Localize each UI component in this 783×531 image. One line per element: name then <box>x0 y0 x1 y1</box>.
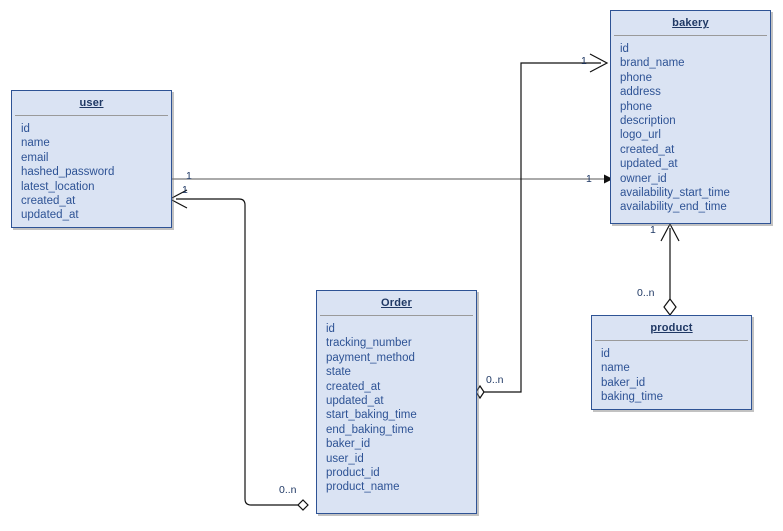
open-arrow-marker <box>660 222 680 242</box>
attribute-row: id <box>620 43 629 55</box>
attribute-row: updated_at <box>21 209 79 222</box>
entity-attributes-order: id tracking_number payment_method state … <box>317 316 476 502</box>
entity-attributes-product: id name baker_id baking_time <box>592 341 751 412</box>
attribute-row: product_id <box>326 467 380 480</box>
attribute-row: email <box>21 151 49 164</box>
attribute-row: id <box>601 348 610 360</box>
attribute-row: brand_name <box>620 57 685 70</box>
connector-product-to-bakery <box>660 222 680 316</box>
attribute-row: phone <box>620 71 652 84</box>
attribute-row: payment_method <box>326 351 415 364</box>
multiplicity-label: 1 <box>186 170 192 182</box>
entity-order[interactable]: Order id tracking_number payment_method … <box>316 290 477 514</box>
attribute-row: created_at <box>21 195 76 208</box>
connector-user-to-bakery <box>172 174 613 184</box>
aggregation-diamond-marker <box>475 384 485 400</box>
entity-title-bakery: bakery <box>672 17 709 29</box>
attribute-row: updated_at <box>620 158 678 171</box>
open-arrow-marker <box>589 53 609 73</box>
multiplicity-label: 1 <box>650 224 656 236</box>
attribute-row: tracking_number <box>326 337 412 350</box>
attribute-row: id <box>326 323 335 335</box>
entity-user[interactable]: user id name email hashed_password lates… <box>11 90 172 228</box>
entity-attributes-bakery: id brand_name phone address phone descri… <box>611 36 770 222</box>
multiplicity-label: 0..n <box>637 287 655 299</box>
attribute-row: description <box>620 115 676 128</box>
entity-title-order: Order <box>381 297 412 309</box>
attribute-row: baker_id <box>326 438 371 451</box>
aggregation-diamond-marker <box>663 298 677 316</box>
multiplicity-label: 1 <box>586 173 592 185</box>
attribute-row: logo_url <box>620 129 661 142</box>
multiplicity-label: 1 <box>182 184 188 196</box>
attribute-row: created_at <box>620 143 675 156</box>
entity-bakery[interactable]: bakery id brand_name phone address phone… <box>610 10 771 224</box>
attribute-row: product_name <box>326 481 400 494</box>
attribute-row: hashed_password <box>21 166 115 179</box>
attribute-row: availability_end_time <box>620 201 727 214</box>
entity-title-user: user <box>79 97 104 109</box>
connector-order-to-bakery <box>475 53 609 400</box>
attribute-row: created_at <box>326 380 381 393</box>
attribute-row: start_baking_time <box>326 409 417 422</box>
multiplicity-label: 0..n <box>486 374 504 386</box>
attribute-row: baking_time <box>601 391 664 404</box>
connector-order-to-user <box>168 189 309 511</box>
attribute-row: user_id <box>326 452 364 465</box>
attribute-row: name <box>21 137 50 150</box>
entity-product[interactable]: product id name baker_id baking_time <box>591 315 752 410</box>
attribute-row: owner_id <box>620 172 667 185</box>
multiplicity-label: 0..n <box>279 484 297 496</box>
attribute-row: state <box>326 366 351 379</box>
attribute-row: phone <box>620 100 652 113</box>
attribute-row: address <box>620 86 661 99</box>
er-diagram-canvas: 1 1 1 1 1 0..n 0..n 0..n user id name em… <box>0 0 783 531</box>
multiplicity-label: 1 <box>581 55 587 67</box>
attribute-row: availability_start_time <box>620 187 730 200</box>
attribute-row: updated_at <box>326 395 384 408</box>
attribute-row: baker_id <box>601 376 646 389</box>
attribute-row: latest_location <box>21 180 95 193</box>
attribute-row: end_baking_time <box>326 423 414 436</box>
entity-attributes-user: id name email hashed_password latest_loc… <box>12 116 171 230</box>
attribute-row: name <box>601 362 630 375</box>
entity-title-product: product <box>650 322 693 334</box>
attribute-row: id <box>21 123 30 135</box>
aggregation-diamond-marker <box>297 499 309 511</box>
